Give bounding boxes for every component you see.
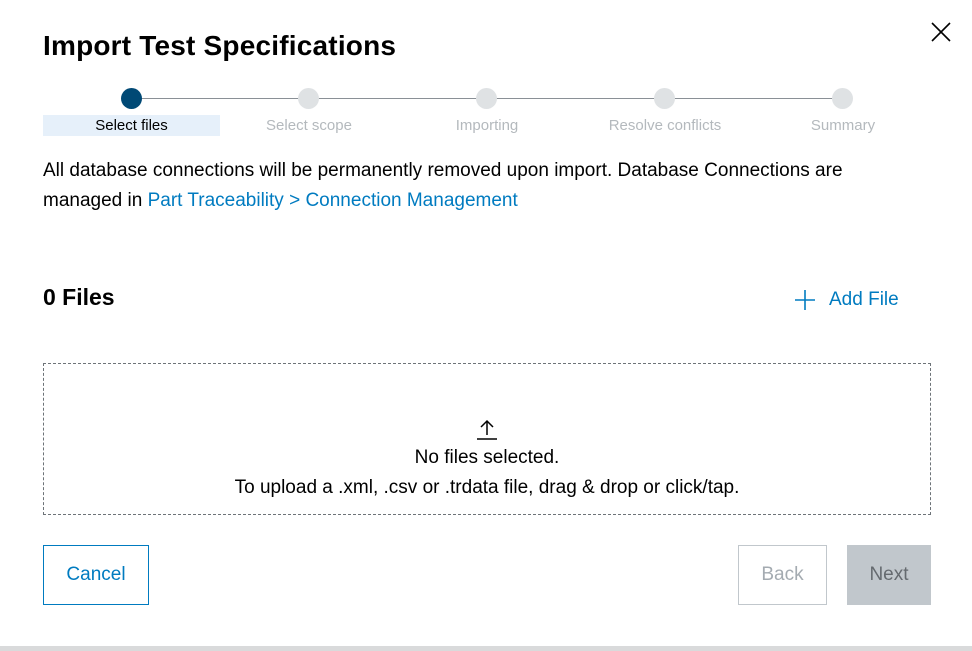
cancel-button[interactable]: Cancel bbox=[43, 545, 149, 605]
step-dot bbox=[298, 88, 319, 109]
stepper: Select files Select scope Importing Reso… bbox=[43, 88, 931, 138]
step-dot bbox=[121, 88, 142, 109]
file-dropzone[interactable]: No files selected. To upload a .xml, .cs… bbox=[43, 363, 931, 515]
dropzone-status: No files selected. bbox=[414, 447, 560, 468]
step-dot bbox=[654, 88, 675, 109]
step-dot bbox=[476, 88, 497, 109]
import-dialog: Import Test Specifications Select files … bbox=[0, 0, 972, 646]
step-label: Select files bbox=[43, 115, 220, 136]
dialog-title: Import Test Specifications bbox=[43, 30, 397, 61]
info-message: All database connections will be permane… bbox=[43, 156, 903, 216]
close-icon bbox=[931, 22, 951, 42]
back-button[interactable]: Back bbox=[738, 545, 827, 605]
add-file-button[interactable]: Add File bbox=[794, 286, 899, 314]
step-resolve-conflicts: Resolve conflicts bbox=[576, 88, 754, 136]
step-dot bbox=[832, 88, 853, 109]
step-label: Resolve conflicts bbox=[608, 117, 722, 134]
plus-icon bbox=[795, 290, 815, 310]
step-summary: Summary bbox=[754, 88, 932, 136]
step-label: Importing bbox=[455, 117, 519, 134]
step-label: Select scope bbox=[266, 117, 352, 134]
connection-management-link[interactable]: Part Traceability > Connection Managemen… bbox=[148, 190, 518, 211]
step-select-scope: Select scope bbox=[220, 88, 398, 136]
files-count: 0 Files bbox=[43, 284, 115, 310]
dropzone-instructions: To upload a .xml, .csv or .trdata file, … bbox=[234, 477, 740, 498]
step-select-files: Select files bbox=[43, 88, 221, 136]
upload-icon bbox=[477, 419, 497, 440]
step-importing: Importing bbox=[398, 88, 576, 136]
next-button[interactable]: Next bbox=[847, 545, 931, 605]
step-label: Summary bbox=[810, 117, 876, 134]
add-file-label: Add File bbox=[829, 289, 899, 310]
close-button[interactable] bbox=[926, 17, 956, 47]
